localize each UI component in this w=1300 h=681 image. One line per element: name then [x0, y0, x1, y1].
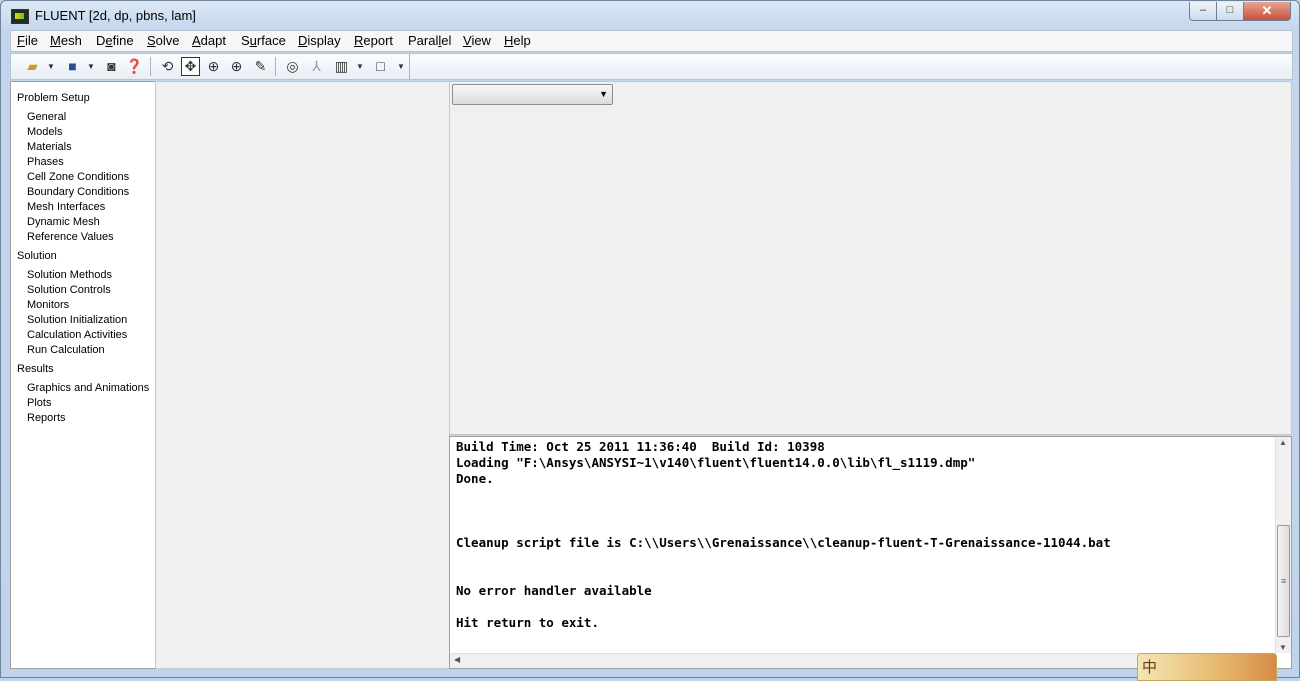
menu-parallel[interactable]: Parallel: [408, 33, 451, 48]
menu-define[interactable]: Define: [96, 33, 134, 48]
tree-item-plots[interactable]: Plots: [27, 397, 51, 409]
tree-item-graphics-and-animations[interactable]: Graphics and Animations: [27, 382, 149, 394]
menu-bar: File Mesh Define Solve Adapt Surface Dis…: [10, 30, 1293, 52]
tree-category-problem-setup[interactable]: Problem Setup: [17, 92, 90, 104]
tree-category-solution[interactable]: Solution: [17, 250, 57, 262]
menu-adapt[interactable]: Adapt: [192, 33, 226, 48]
rectangle-dropdown-arrow[interactable]: ▼: [397, 62, 405, 71]
toolbar-separator: [150, 57, 151, 76]
menu-help[interactable]: Help: [504, 33, 531, 48]
axes-icon[interactable]: ⅄: [307, 57, 326, 76]
fluent-app-icon[interactable]: [11, 9, 29, 24]
console-line: Done.: [456, 471, 494, 486]
tree-item-reports[interactable]: Reports: [27, 412, 66, 424]
tree-item-solution-controls[interactable]: Solution Controls: [27, 284, 111, 296]
open-folder-icon[interactable]: ▰: [23, 57, 42, 76]
tree-item-mesh-interfaces[interactable]: Mesh Interfaces: [27, 201, 105, 213]
tree-item-monitors[interactable]: Monitors: [27, 299, 69, 311]
menu-solve[interactable]: Solve: [147, 33, 180, 48]
layout-dropdown-arrow[interactable]: ▼: [356, 62, 364, 71]
save-icon[interactable]: ■: [63, 57, 82, 76]
console-output[interactable]: Build Time: Oct 25 2011 11:36:40 Build I…: [449, 436, 1292, 669]
layout-icon[interactable]: ▥: [332, 57, 351, 76]
grip-icon: ≡: [1281, 576, 1287, 586]
scroll-up-arrow-icon[interactable]: ▲: [1279, 438, 1287, 447]
zoom-to-fit-icon[interactable]: ⊕: [227, 57, 246, 76]
chevron-down-icon: ▼: [599, 89, 608, 99]
probe-icon[interactable]: ✎: [251, 57, 270, 76]
console-line: Loading "F:\Ansys\ANSYSI~1\v140\fluent\f…: [456, 455, 976, 470]
save-dropdown-arrow[interactable]: ▼: [87, 62, 95, 71]
console-line: Hit return to exit.: [456, 615, 599, 630]
scrollbar-thumb[interactable]: ≡: [1277, 525, 1290, 637]
help-icon[interactable]: ❓: [125, 57, 144, 76]
tree-item-cell-zone-conditions[interactable]: Cell Zone Conditions: [27, 171, 129, 183]
menu-display[interactable]: Display: [298, 33, 341, 48]
open-dropdown-arrow[interactable]: ▼: [47, 62, 55, 71]
rectangle-icon[interactable]: □: [371, 57, 390, 76]
translate-icon[interactable]: ✥: [181, 57, 200, 76]
tree-item-dynamic-mesh[interactable]: Dynamic Mesh: [27, 216, 100, 228]
menu-report[interactable]: Report: [354, 33, 393, 48]
tree-category-results[interactable]: Results: [17, 363, 54, 375]
graphics-window-select[interactable]: ▼: [452, 84, 613, 105]
close-button[interactable]: ✕: [1243, 2, 1291, 21]
console-line: Build Time: Oct 25 2011 11:36:40 Build I…: [456, 439, 825, 454]
toolbar: ▰ ▼ ■ ▼ ◙ ❓ ⟲ ✥ ⊕ ⊕ ✎ ◎ ⅄ ▥ ▼ □ ▼: [10, 53, 1293, 80]
rotate-icon[interactable]: ⟲: [158, 57, 177, 76]
menu-file[interactable]: File: [17, 33, 38, 48]
ime-chinese-indicator[interactable]: 中: [1142, 656, 1157, 677]
tree-item-boundary-conditions[interactable]: Boundary Conditions: [27, 186, 129, 198]
toolbar-separator: [275, 57, 276, 76]
console-line: No error handler available: [456, 583, 652, 598]
tree-item-solution-initialization[interactable]: Solution Initialization: [27, 314, 127, 326]
tree-item-reference-values[interactable]: Reference Values: [27, 231, 114, 243]
tree-item-general[interactable]: General: [27, 111, 66, 123]
console-vertical-scrollbar[interactable]: ▲ ≡ ▼: [1275, 437, 1291, 653]
tree-item-materials[interactable]: Materials: [27, 141, 72, 153]
zoom-in-icon[interactable]: ⊕: [204, 57, 223, 76]
scroll-down-arrow-icon[interactable]: ▼: [1279, 643, 1287, 652]
tree-item-run-calculation[interactable]: Run Calculation: [27, 344, 105, 356]
menu-surface[interactable]: Surface: [241, 33, 286, 48]
maximize-button[interactable]: □: [1216, 2, 1244, 21]
zoom-out-icon[interactable]: ◎: [283, 57, 302, 76]
console-line: Cleanup script file is C:\\Users\\Grenai…: [456, 535, 1111, 550]
tree-item-calculation-activities[interactable]: Calculation Activities: [27, 329, 127, 341]
camera-icon[interactable]: ◙: [102, 57, 121, 76]
minimize-button[interactable]: –: [1189, 2, 1217, 21]
toolbar-end-divider: [409, 54, 410, 79]
ime-language-bar[interactable]: 中: [1137, 653, 1277, 681]
task-page-panel: [155, 81, 450, 669]
title-bar[interactable]: FLUENT [2d, dp, pbns, lam] – □ ✕: [1, 1, 1299, 31]
menu-mesh[interactable]: Mesh: [50, 33, 82, 48]
fluent-window: FLUENT [2d, dp, pbns, lam] – □ ✕ File Me…: [0, 0, 1300, 681]
scroll-left-arrow-icon[interactable]: ◀: [454, 655, 460, 664]
navigation-tree: Problem Setup General Models Materials P…: [10, 81, 156, 669]
tree-item-models[interactable]: Models: [27, 126, 62, 138]
graphics-window[interactable]: ▼: [449, 81, 1292, 435]
window-title: FLUENT [2d, dp, pbns, lam]: [35, 8, 196, 23]
menu-view[interactable]: View: [463, 33, 491, 48]
tree-item-solution-methods[interactable]: Solution Methods: [27, 269, 112, 281]
tree-item-phases[interactable]: Phases: [27, 156, 64, 168]
